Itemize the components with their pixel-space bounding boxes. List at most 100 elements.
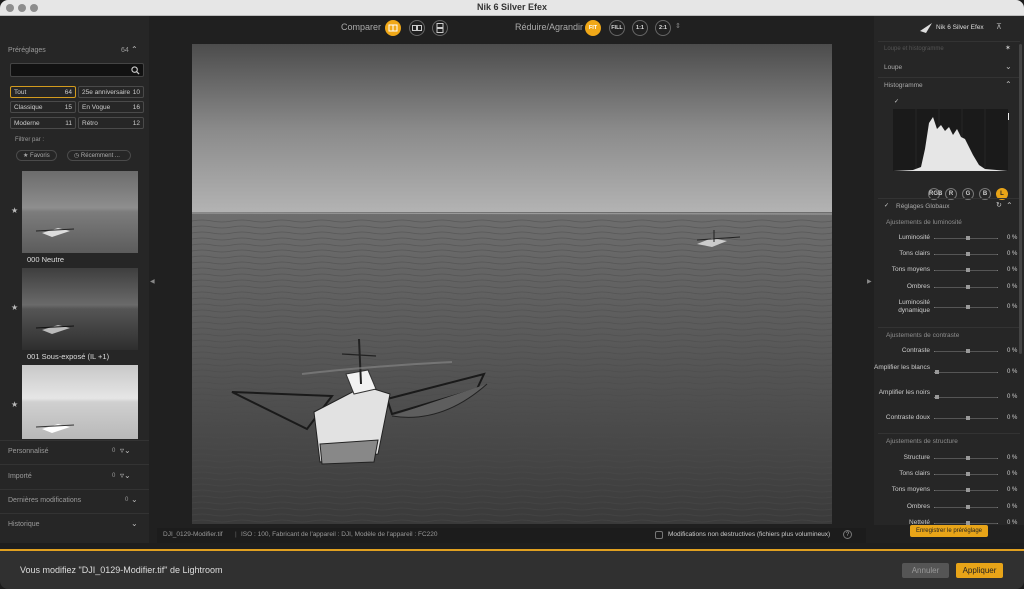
compare-split-icon [388,24,398,32]
category-count: 12 [132,120,140,127]
preset-thumbnail-sous-expose[interactable] [22,268,138,350]
favorite-star-icon[interactable]: ★ [11,206,18,215]
section-count: 0 [112,473,116,479]
zoom-stepper-icon[interactable]: ⇕ [675,22,681,30]
slider-track[interactable] [934,472,998,476]
filter-favoris-label: Favoris [30,153,50,159]
section-personnalise[interactable]: Personnalisé [8,448,48,455]
preset-search-input[interactable] [10,63,144,77]
slider-label: Ombres [906,503,930,510]
status-filename: DJI_0129-Modifier.tif [163,531,223,538]
adjustments-panel: Nik 6 Silver Efex ⊼ Loupe et histogramme… [874,16,1024,543]
status-bar: DJI_0129-Modifier.tif | ISO : 100, Fabri… [157,528,866,543]
slider-value: 0 % [1007,504,1018,510]
filter-favoris-button[interactable]: ★ Favoris [16,150,57,161]
category-count: 16 [132,104,140,111]
title-bar: Nik 6 Silver Efex [0,0,1024,16]
slider-value: 0 % [1007,455,1018,461]
section-historique[interactable]: Historique [8,521,40,528]
cancel-button[interactable]: Annuler [902,563,949,578]
preset-name: 000 Neutre [27,255,65,264]
category-classique[interactable]: Classique 15 [10,101,76,113]
slider-value: 0 % [1007,471,1018,477]
divider [0,513,149,514]
category-count: 10 [132,89,140,96]
chevron-left-icon[interactable]: ◀ [150,278,155,285]
panel-scrollbar[interactable] [1019,44,1022,354]
app-window: Nik 6 Silver Efex Préréglages 64 ⌃ Tout 6… [0,0,1024,589]
nondestructive-checkbox[interactable] [655,531,663,539]
zoom-label: Réduire/Agrandir [515,22,584,32]
slider-track[interactable] [934,521,998,525]
apply-button[interactable]: Appliquer [956,563,1003,578]
status-separator: | [235,531,237,538]
category-tout[interactable]: Tout 64 [10,86,76,98]
window-title: Nik 6 Silver Efex [476,2,548,12]
zoom-1-1-button[interactable]: 1:1 [632,20,648,36]
section-count: 0 [112,448,116,454]
divider [0,489,149,490]
collapse-presets-icon[interactable]: ⌃ [131,45,138,54]
category-en-vogue[interactable]: En Vogue 16 [78,101,144,113]
help-icon[interactable]: ? [843,530,852,539]
category-retro[interactable]: Rétro 12 [78,117,144,129]
slider-value: 0 % [1007,487,1018,493]
presets-panel: Préréglages 64 ⌃ Tout 64 25e anniversaire… [0,16,149,543]
save-area: Enregistrer le préréglage [874,525,1024,543]
zoom-fill-button[interactable]: FILL [609,20,625,36]
zoom-2-1-button[interactable]: 2:1 [655,20,671,36]
section-dernieres-modifications[interactable]: Dernières modifications [8,497,81,504]
category-label: En Vogue [82,104,111,111]
zoom-fit-button[interactable]: FIT [585,20,601,36]
compare-split-button[interactable] [385,20,401,36]
compare-stack-button[interactable] [432,20,448,36]
slider-label: Structure [903,454,930,461]
slider-knob[interactable] [966,456,970,460]
chevron-down-icon[interactable]: ▿⌄ [120,446,131,455]
compare-side-icon [412,25,422,31]
chevron-down-icon[interactable]: ⌄ [131,495,138,504]
category-anniversaire[interactable]: 25e anniversaire 10 [78,86,144,98]
category-count: 64 [64,89,72,96]
editing-message: Vous modifiez "DJI_0129-Modifier.tif" de… [20,565,223,575]
status-meta: ISO : 100, Fabricant de l'appareil : DJI… [241,531,438,538]
category-label: Rétro [82,120,98,127]
slider-track[interactable] [934,488,998,492]
left-panel-toggle[interactable]: ◀ [149,16,157,543]
category-moderne[interactable]: Moderne 11 [10,117,76,129]
slider-track[interactable] [934,456,998,460]
right-panel-toggle[interactable]: ▶ [866,16,874,543]
slider-label: Tons moyens [891,486,930,493]
chevron-down-icon[interactable]: ▿⌄ [120,471,131,480]
bottom-bar: Vous modifiez "DJI_0129-Modifier.tif" de… [0,549,1024,589]
compare-stack-icon [436,23,444,33]
presets-title: Préréglages [8,47,46,54]
slider-knob[interactable] [966,472,970,476]
slider-knob[interactable] [966,488,970,492]
preset-thumbnail-3[interactable] [22,365,138,439]
favorite-star-icon[interactable]: ★ [11,303,18,312]
section-importe[interactable]: Importé [8,473,32,480]
section-count: 0 [125,497,129,503]
compare-side-button[interactable] [409,20,425,36]
category-count: 15 [64,104,72,111]
filter-recent-label: Récemment ... [80,153,120,159]
filter-label: Filtrer par : [15,137,45,143]
slider-label: Tons clairs [899,470,930,477]
category-count: 11 [65,120,72,127]
save-preset-button[interactable]: Enregistrer le préréglage [910,525,988,537]
category-label: 25e anniversaire [82,89,131,96]
chevron-right-icon[interactable]: ▶ [867,278,872,285]
preview-image[interactable] [192,44,832,524]
slider-track[interactable] [934,505,998,509]
nondestructive-label: Modifications non destructives (fichiers… [668,531,831,538]
divider [0,464,149,465]
slider-knob[interactable] [966,505,970,509]
filter-recent-button[interactable]: ◷ Récemment ... [67,150,131,161]
preview-area: Comparer Réduire/Agrandir FIT FILL 1:1 2… [157,16,866,543]
favorite-star-icon[interactable]: ★ [11,400,18,409]
preset-thumbnail-neutre[interactable] [22,171,138,253]
search-icon[interactable] [131,66,140,75]
category-label: Classique [14,104,43,111]
chevron-down-icon[interactable]: ⌄ [131,519,138,528]
